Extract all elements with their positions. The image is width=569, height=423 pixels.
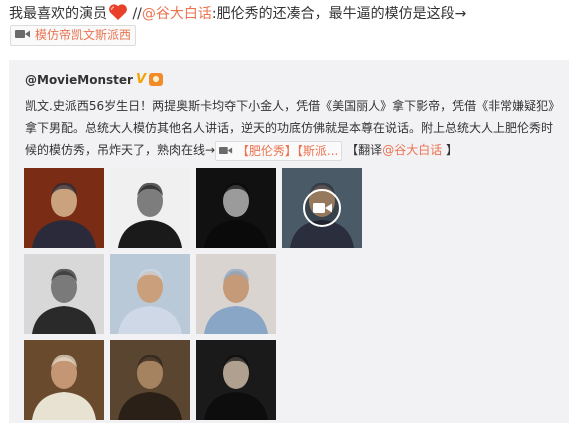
portrait-bw-sitting-photo bbox=[24, 254, 104, 334]
mention-link[interactable]: @谷大白话 bbox=[142, 6, 212, 22]
heart-icon bbox=[108, 3, 128, 27]
verified-badge: V bbox=[135, 72, 146, 87]
play-video-icon[interactable] bbox=[302, 188, 342, 228]
video-thumb[interactable] bbox=[282, 168, 362, 248]
photo-thumb[interactable] bbox=[110, 340, 190, 420]
photo-thumb[interactable] bbox=[196, 168, 276, 248]
video-tag-a: 【肥伦秀】 bbox=[236, 143, 297, 158]
post-text-lead: 我最喜欢的演员 bbox=[9, 6, 107, 22]
video-tag-b: 【斯派... bbox=[296, 143, 339, 158]
photo-thumb[interactable] bbox=[196, 340, 276, 420]
video-link-tag[interactable]: 模仿帝凯文斯派西 bbox=[10, 25, 137, 46]
post-text-sep: // bbox=[128, 6, 142, 22]
video-link-label: 模仿帝凯文斯派西 bbox=[35, 28, 132, 42]
post-text: 我最喜欢的演员 //@谷大白话:肥伦秀的还凑合，最牛逼的模仿是这段→ bbox=[9, 3, 466, 27]
video-link-tag-inline[interactable]: 【肥伦秀】【斯派... bbox=[215, 140, 343, 161]
video-camera-icon bbox=[15, 26, 31, 45]
repost-body: 凯文.史派西56岁生日！两提奥斯卡均夺下小金人，凭借《美国丽人》拿下影帝，凭借《… bbox=[25, 95, 557, 161]
translate-suffix: 】 bbox=[442, 143, 459, 157]
repost-author: @MovieMonster V bbox=[25, 72, 163, 87]
portrait-smiling-photo bbox=[196, 254, 276, 334]
photo-thumb[interactable] bbox=[110, 168, 190, 248]
stage-scene-photo bbox=[110, 340, 190, 420]
photo-thumb[interactable] bbox=[196, 254, 276, 334]
photo-thumb[interactable] bbox=[110, 254, 190, 334]
photo-thumb[interactable] bbox=[24, 168, 104, 248]
member-badge-icon bbox=[149, 73, 163, 86]
post-text-rest: :肥伦秀的还凑合，最牛逼的模仿是这段→ bbox=[211, 6, 467, 22]
portrait-suit-red-bg-photo bbox=[24, 168, 104, 248]
translate-mention-link[interactable]: @谷大白话 bbox=[382, 143, 442, 157]
photo-thumb[interactable] bbox=[24, 340, 104, 420]
portrait-vest-room-photo bbox=[24, 340, 104, 420]
repost-box: @MovieMonster V 凯文.史派西56岁生日！两提奥斯卡均夺下小金人，… bbox=[9, 60, 569, 423]
translate-prefix: 【翻译 bbox=[342, 143, 383, 157]
portrait-bw-hands-photo bbox=[110, 168, 190, 248]
portrait-bw-gesture-photo bbox=[196, 168, 276, 248]
portrait-blue-shirt-photo bbox=[110, 254, 190, 334]
photo-thumb[interactable] bbox=[24, 254, 104, 334]
video-camera-icon bbox=[219, 142, 233, 160]
throne-dark-photo bbox=[196, 340, 276, 420]
repost-author-name[interactable]: @MovieMonster bbox=[25, 73, 133, 87]
